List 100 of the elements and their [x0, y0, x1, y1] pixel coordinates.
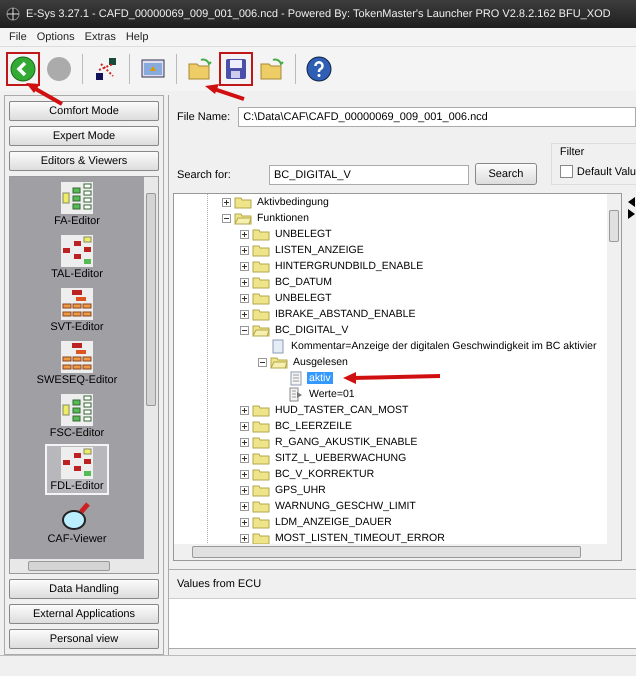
- tool-item[interactable]: CAF-Viewer: [42, 497, 112, 548]
- folder-icon: [252, 228, 270, 240]
- folder-icon: [252, 452, 270, 464]
- help-icon: [306, 56, 332, 82]
- folder-icon: [252, 516, 270, 528]
- tree-item[interactable]: Aktivbedingung: [255, 196, 331, 208]
- tree-diagram-icon: [60, 182, 93, 214]
- tree-diagram-icon: [61, 394, 93, 426]
- default-value-checkbox[interactable]: Default Valu: [560, 165, 636, 178]
- menu-item[interactable]: Help: [122, 31, 152, 43]
- section-button[interactable]: Data Handling: [9, 579, 159, 599]
- expander-icon[interactable]: [240, 534, 249, 542]
- tool-item[interactable]: SWESEQ-Editor: [32, 338, 122, 389]
- document-icon: [270, 338, 286, 354]
- tree-item[interactable]: LISTEN_ANZEIGE: [273, 244, 366, 256]
- folder-icon: [252, 500, 270, 512]
- expander-icon[interactable]: [240, 310, 249, 318]
- section-button[interactable]: Comfort Mode: [9, 101, 159, 121]
- tree-item[interactable]: Ausgelesen: [291, 356, 350, 368]
- expander-icon[interactable]: [240, 262, 249, 270]
- section-button[interactable]: Expert Mode: [9, 126, 159, 146]
- tool-item[interactable]: TAL-Editor: [46, 232, 108, 283]
- expander-icon[interactable]: [240, 406, 249, 414]
- connection-icon: [93, 56, 119, 82]
- expander-icon[interactable]: [240, 438, 249, 446]
- tree-item[interactable]: BC_LEERZEILE: [273, 420, 354, 432]
- tool-item[interactable]: FSC-Editor: [44, 391, 110, 442]
- app-logo-icon: [6, 7, 20, 21]
- folder-icon: [252, 308, 270, 320]
- expander-icon[interactable]: [240, 278, 249, 286]
- folder-icon: [252, 468, 270, 480]
- menu-item[interactable]: Extras: [82, 31, 119, 43]
- folder-icon: [252, 244, 270, 256]
- tree-item[interactable]: MOST_LISTEN_TIMEOUT_ERROR: [273, 532, 447, 544]
- tree-item[interactable]: UNBELEGT: [273, 292, 334, 304]
- expander-icon[interactable]: [258, 358, 267, 366]
- horizontal-scrollbar[interactable]: [174, 544, 621, 560]
- folder-icon: [259, 56, 285, 82]
- group-title: Filter: [560, 146, 586, 158]
- section-button[interactable]: Personal view: [9, 629, 159, 649]
- tool-item[interactable]: FDL-Editor: [45, 444, 109, 495]
- document-icon: [288, 370, 304, 386]
- menu-item[interactable]: Options: [34, 31, 78, 43]
- expander-icon[interactable]: [240, 486, 249, 494]
- tree-item[interactable]: Funktionen: [255, 212, 311, 224]
- folder-icon: [187, 56, 213, 82]
- annotation-arrow: [26, 83, 63, 106]
- expander-icon[interactable]: [222, 214, 231, 222]
- expander-icon[interactable]: [240, 502, 249, 510]
- tree-item[interactable]: HUD_TASTER_CAN_MOST: [273, 404, 410, 416]
- vertical-scrollbar[interactable]: [607, 194, 621, 544]
- tree-item[interactable]: UNBELEGT: [273, 228, 334, 240]
- folder-icon: [252, 260, 270, 272]
- search-button[interactable]: Search: [474, 163, 537, 185]
- tree-item[interactable]: BC_DIGITAL_V: [273, 324, 350, 336]
- expander-icon[interactable]: [240, 326, 249, 334]
- vertical-scrollbar[interactable]: [144, 177, 158, 559]
- search-field[interactable]: BC_DIGITAL_V: [268, 165, 469, 185]
- tree-item[interactable]: Kommentar=Anzeige der digitalen Geschwindigkeit im BC aktivier: [289, 340, 599, 352]
- expander-icon[interactable]: [240, 246, 249, 254]
- tool-item[interactable]: FA-Editor: [49, 179, 105, 230]
- folder-icon: [252, 484, 270, 496]
- tool-item[interactable]: SVT-Editor: [45, 285, 109, 336]
- tree-item[interactable]: HINTERGRUNDBILD_ENABLE: [273, 260, 426, 272]
- field-label: File Name:: [177, 111, 230, 123]
- org-chart-icon: [61, 288, 93, 320]
- tree-item[interactable]: R_GANG_AKUSTIK_ENABLE: [273, 436, 420, 448]
- tree-item[interactable]: GPS_UHR: [273, 484, 328, 496]
- circle-icon: [46, 56, 72, 82]
- expander-icon[interactable]: [240, 230, 249, 238]
- tree-item[interactable]: BC_V_KORREKTUR: [273, 468, 376, 480]
- tree-item[interactable]: WARNUNG_GESCHW_LIMIT: [273, 500, 418, 512]
- window-title: E-Sys 3.27.1 - CAFD_00000069_009_001_006.ncd - Powered By: TokenMaster's Launcher PRO V2.8.2.162 BFU_XOD: [26, 8, 611, 20]
- save-button[interactable]: [219, 52, 253, 86]
- expander-icon[interactable]: [240, 294, 249, 302]
- open-folder-icon: [252, 324, 270, 336]
- tree-item[interactable]: LDM_ANZEIGE_DAUER: [273, 516, 394, 528]
- section-button[interactable]: External Applications: [9, 604, 159, 624]
- tree-diagram-icon: [61, 447, 93, 479]
- folder-icon: [252, 420, 270, 432]
- folder-icon: [252, 436, 270, 448]
- file-name-field[interactable]: C:\Data\CAF\CAFD_00000069_009_001_006.ncd: [238, 107, 636, 127]
- tree-item[interactable]: IBRAKE_ABSTAND_ENABLE: [273, 308, 418, 320]
- folder-icon: [252, 292, 270, 304]
- expander-icon[interactable]: [222, 198, 231, 206]
- field-label: Search for:: [177, 169, 232, 183]
- menu-item[interactable]: File: [6, 31, 30, 43]
- tree-item[interactable]: Werte=01: [307, 388, 357, 400]
- section-button[interactable]: Editors & Viewers: [9, 151, 159, 171]
- expander-icon[interactable]: [240, 422, 249, 430]
- horizontal-scrollbar[interactable]: [10, 559, 158, 573]
- splitter-arrows-icon[interactable]: [626, 195, 636, 221]
- expander-icon[interactable]: [240, 454, 249, 462]
- open-folder-icon: [270, 356, 288, 368]
- tree-item[interactable]: BC_DATUM: [273, 276, 334, 288]
- back-button[interactable]: [6, 52, 40, 86]
- expander-icon[interactable]: [240, 470, 249, 478]
- tree-item[interactable]: SITZ_L_UEBERWACHUNG: [273, 452, 408, 464]
- magnifier-icon: [61, 500, 93, 532]
- expander-icon[interactable]: [240, 518, 249, 526]
